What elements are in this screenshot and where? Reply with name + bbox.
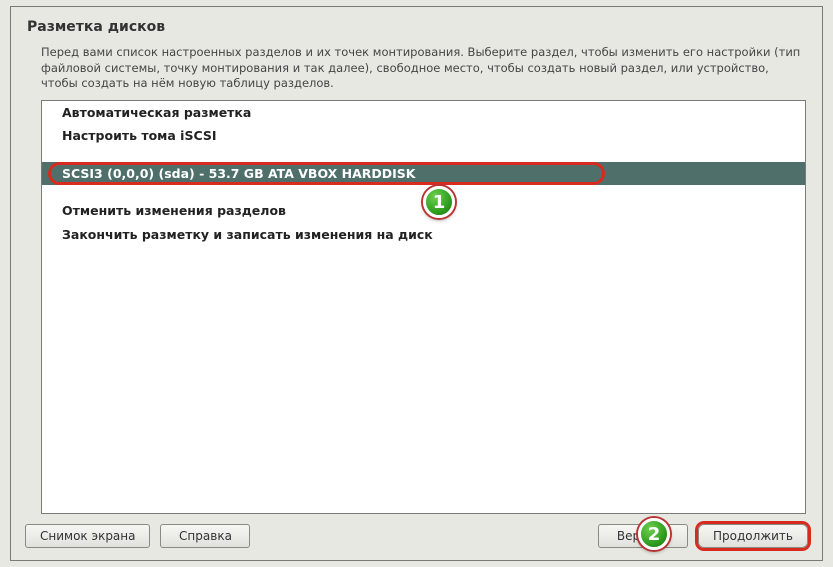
back-button[interactable]: Вернуть	[598, 524, 688, 548]
partition-list: Автоматическая разметка Настроить тома i…	[41, 100, 806, 514]
list-item-disk[interactable]: SCSI3 (0,0,0) (sda) - 53.7 GB ATA VBOX H…	[42, 162, 805, 186]
list-item-disk-label: SCSI3 (0,0,0) (sda) - 53.7 GB ATA VBOX H…	[62, 166, 415, 181]
page-title: Разметка дисков	[27, 19, 806, 35]
list-spacer	[42, 185, 805, 199]
list-item-auto[interactable]: Автоматическая разметка	[42, 101, 805, 125]
screenshot-button[interactable]: Снимок экрана	[25, 524, 150, 548]
button-bar: Снимок экрана Справка Вернуть Продолжить	[11, 514, 822, 560]
title-area: Разметка дисков	[11, 7, 822, 41]
continue-button[interactable]: Продолжить	[698, 524, 808, 548]
list-spacer	[42, 148, 805, 162]
list-item-finish[interactable]: Закончить разметку и записать изменения …	[42, 223, 805, 247]
description-text: Перед вами список настроенных разделов и…	[11, 41, 822, 100]
partition-dialog: Разметка дисков Перед вами список настро…	[10, 6, 823, 561]
help-button[interactable]: Справка	[160, 524, 250, 548]
list-item-iscsi[interactable]: Настроить тома iSCSI	[42, 124, 805, 148]
list-item-undo[interactable]: Отменить изменения разделов	[42, 199, 805, 223]
